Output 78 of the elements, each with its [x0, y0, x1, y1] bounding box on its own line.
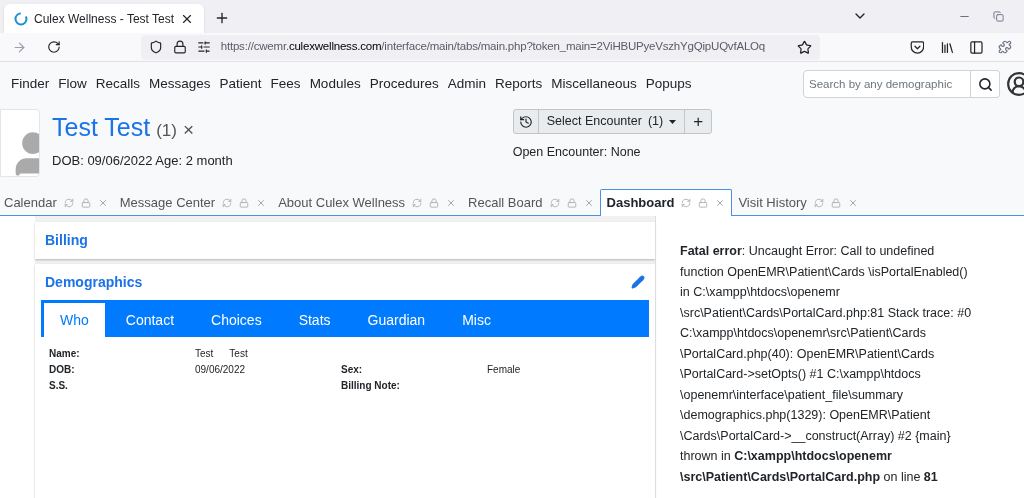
search-button[interactable] — [971, 70, 1000, 98]
open-encounter-text: Open Encounter: None — [512, 144, 642, 161]
tab-title: Culex Wellness - Test Test — [33, 10, 175, 28]
demographics-tab[interactable]: Contact — [109, 303, 191, 337]
tab-label: Calendar — [4, 193, 57, 212]
forward-icon[interactable] — [12, 39, 27, 55]
refresh-icon[interactable] — [813, 197, 824, 208]
field-label: DOB: — [49, 362, 76, 377]
demographics-tab[interactable]: Choices — [195, 303, 278, 337]
logo-icon — [14, 11, 28, 26]
tab-label: Visit History — [738, 193, 807, 212]
sidebar-icon[interactable] — [969, 39, 985, 55]
search-icon — [977, 76, 993, 92]
tab-label: Recall Board — [468, 193, 543, 212]
tab-label: Message Center — [119, 193, 216, 212]
menu-item[interactable]: Miscellaneous — [551, 73, 637, 95]
library-icon[interactable] — [940, 39, 956, 55]
history-icon — [518, 114, 533, 129]
close-patient-button[interactable]: × — [183, 116, 195, 145]
search-field[interactable]: Search by any demographic — [803, 70, 971, 98]
app-tab[interactable]: Calendar — [0, 190, 114, 215]
patient-count: (1) — [156, 120, 177, 142]
app-tab[interactable]: Message Center — [113, 190, 273, 215]
field-label: S.S. — [49, 378, 69, 393]
menu-item[interactable]: Recalls — [95, 73, 141, 95]
card-title[interactable]: Billing — [45, 230, 88, 251]
url-text: https://cwemr.culexwellness.com/interface/main/tabs/main.php?token_main=2ViHBUPyeVszhYgQipUQvfALOq — [220, 39, 767, 55]
app-tab[interactable]: Visit History — [732, 190, 864, 215]
menu-item[interactable]: Modules — [309, 73, 361, 95]
refresh-icon[interactable] — [549, 197, 560, 208]
menu-item[interactable]: Procedures — [369, 73, 439, 95]
menu-item[interactable]: Admin — [447, 73, 486, 95]
lock-icon[interactable] — [172, 40, 187, 54]
menu-item[interactable]: Patient — [219, 73, 262, 95]
card-title[interactable]: Demographics — [45, 271, 143, 293]
pocket-icon[interactable] — [909, 39, 925, 55]
tab-label: Dashboard — [606, 194, 675, 213]
tab-label: About Culex Wellness — [278, 193, 406, 212]
restore-icon[interactable] — [993, 11, 1004, 22]
field-value: 09/06/2022 — [195, 362, 246, 377]
menu-item[interactable]: Popups — [645, 73, 692, 95]
app-tab[interactable]: Dashboard — [599, 189, 733, 216]
permissions-icon[interactable] — [196, 40, 211, 54]
dob-age-text: DOB: 09/06/2022 Age: 2 month — [52, 151, 233, 170]
menu-item[interactable]: Finder — [11, 73, 50, 95]
menu-item[interactable]: Flow — [58, 73, 87, 95]
menu-item[interactable]: Fees — [270, 73, 301, 95]
menu-item[interactable]: Reports — [494, 73, 543, 95]
app-tab[interactable]: Recall Board — [462, 190, 600, 215]
field-label: Sex: — [341, 362, 364, 377]
field-label: Billing Note: — [341, 378, 401, 393]
reload-icon[interactable] — [46, 40, 61, 54]
menu-item[interactable]: Messages — [149, 73, 211, 95]
extensions-icon[interactable] — [998, 40, 1012, 54]
field-value: Female — [487, 362, 521, 377]
field-label: Name: — [49, 346, 81, 361]
refresh-icon[interactable] — [63, 197, 74, 208]
demographics-tab[interactable]: Misc — [446, 303, 507, 337]
browser-tab[interactable]: Culex Wellness - Test Test — [4, 4, 204, 33]
field-value: Test — [229, 346, 248, 361]
address-bar[interactable]: https://cwemr.culexwellness.com/interface/main/tabs/main.php?token_main=2ViHBUPyeVszhYgQipUQvfALOq — [140, 34, 820, 60]
bookmark-star-icon[interactable] — [796, 39, 812, 55]
refresh-icon[interactable] — [222, 197, 233, 208]
demographics-tab[interactable]: Who — [44, 303, 105, 337]
error-message: Fatal error: Uncaught Error: Call to undefined function OpenEMR\Patient\Cards \isPortalEnabled() in C:\xampp\htdocs\openemr \src\Patient\Cards\PortalCard.php:81 Stack trace: #0 C:\xampp\htdocs\openemr\src\Patient\Cards \PortalCard.php(40): OpenEMR\Patient\Cards \PortalCard->setOpts() #1 C:\xampp\htdocs \openemr\interface\patient_file\summary \demographics.php(1329): OpenEMR\Patient \Cards\PortalCard->__construct(Array) #2 {main} thrown in C:\xampp\htdocs\openemr \src\Patient\Cards\PortalCard.php on line 81 — [680, 243, 973, 486]
edit-icon[interactable] — [631, 275, 645, 289]
caret-icon — [669, 119, 677, 124]
add-encounter-button[interactable]: + — [685, 110, 712, 133]
shield-icon[interactable] — [148, 40, 163, 54]
patient-name[interactable]: Test Test — [52, 109, 151, 147]
field-value: Test — [195, 346, 214, 361]
refresh-icon[interactable] — [412, 197, 423, 208]
app-tab[interactable]: About Culex Wellness — [272, 190, 463, 215]
new-tab-icon[interactable] — [214, 10, 230, 26]
refresh-icon[interactable] — [681, 198, 692, 208]
demographics-tab[interactable]: Stats — [282, 303, 347, 337]
select-encounter-button[interactable]: Select Encounter (1) — [538, 110, 686, 133]
demographics-tab[interactable]: Guardian — [351, 303, 442, 337]
